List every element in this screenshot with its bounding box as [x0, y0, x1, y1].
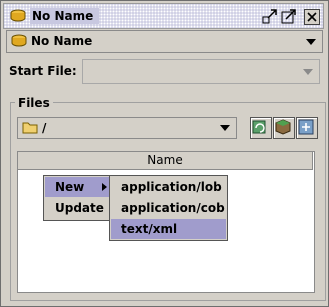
- submenu-item-application-lob[interactable]: application/lob: [111, 177, 226, 197]
- refresh-button[interactable]: [250, 117, 272, 139]
- database-selector[interactable]: No Name: [6, 30, 323, 53]
- menu-item-update-label: Update: [55, 201, 104, 215]
- chevron-down-icon[interactable]: [220, 125, 230, 131]
- files-group-label: Files: [15, 95, 53, 111]
- database-selector-value: No Name: [31, 34, 93, 48]
- title-bar[interactable]: No Name: [3, 3, 324, 29]
- new-submenu: application/lob application/cob text/xml: [109, 175, 228, 241]
- float-icon[interactable]: [262, 8, 278, 24]
- window: No Name No Name Start File: Files / Name…: [0, 0, 329, 307]
- submenu-item-application-cob[interactable]: application/cob: [111, 198, 226, 218]
- column-header-name[interactable]: Name: [18, 152, 313, 170]
- cube-button[interactable]: [273, 117, 295, 139]
- chevron-right-icon: [102, 183, 107, 191]
- cube-icon: [275, 119, 291, 135]
- close-icon[interactable]: [304, 9, 320, 25]
- submenu-item-text-xml[interactable]: text/xml: [111, 219, 226, 239]
- add-file-button[interactable]: [296, 117, 318, 139]
- submenu-item-label: text/xml: [121, 222, 178, 236]
- window-title: No Name: [30, 8, 100, 24]
- refresh-icon: [252, 120, 266, 134]
- path-value: /: [42, 121, 47, 135]
- add-file-icon: [298, 119, 314, 135]
- chevron-down-icon[interactable]: [306, 39, 316, 45]
- folder-icon: [22, 122, 38, 134]
- database-icon: [10, 9, 26, 22]
- submenu-item-label: application/lob: [121, 180, 222, 194]
- context-menu: New Update: [43, 175, 113, 221]
- menu-item-new-label: New: [55, 180, 85, 194]
- maximize-icon[interactable]: [281, 8, 297, 24]
- chevron-down-icon[interactable]: [303, 69, 313, 75]
- path-selector[interactable]: /: [17, 117, 237, 139]
- menu-item-update[interactable]: Update: [45, 198, 111, 218]
- database-icon: [11, 34, 27, 47]
- menu-item-new[interactable]: New: [45, 177, 111, 197]
- start-file-select[interactable]: [82, 59, 320, 84]
- start-file-label: Start File:: [9, 64, 77, 78]
- submenu-item-label: application/cob: [121, 201, 225, 215]
